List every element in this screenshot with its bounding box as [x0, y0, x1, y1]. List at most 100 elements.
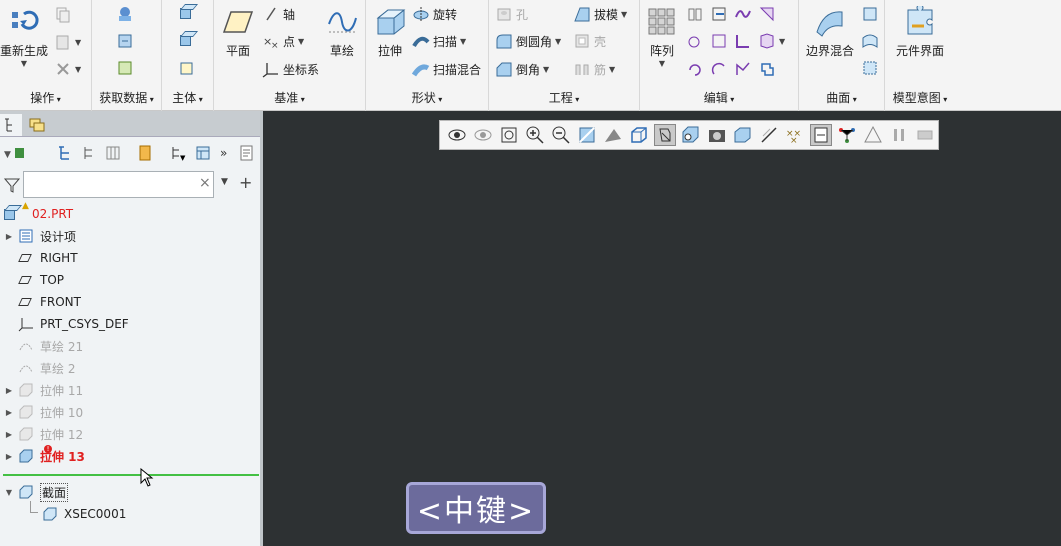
tab-layers[interactable]: [26, 114, 48, 136]
collapse-icon[interactable]: ▼: [4, 488, 14, 497]
regenerate-button[interactable]: 重新生成 ▼: [0, 6, 48, 68]
mirror-button[interactable]: [686, 5, 704, 23]
expand-icon[interactable]: ▶: [4, 386, 14, 395]
wrap-button[interactable]: [710, 60, 728, 78]
warning-display-icon[interactable]: [862, 124, 884, 146]
boundary-blend-button[interactable]: 边界混合: [803, 6, 857, 59]
datum-points-display-icon[interactable]: ×× ×: [784, 124, 806, 146]
tree-settings-icon[interactable]: [194, 144, 212, 162]
columns-icon[interactable]: [104, 144, 122, 162]
expand-icon[interactable]: ▶: [4, 430, 14, 439]
body-button-2[interactable]: [178, 32, 196, 50]
revolve-button[interactable]: 旋转: [412, 5, 457, 23]
search-options-icon[interactable]: ▼: [221, 177, 228, 187]
tree-node-xsec0001[interactable]: XSEC0001: [38, 503, 126, 525]
rib-button[interactable]: 筋 ▼: [573, 60, 615, 78]
intersect-button[interactable]: [710, 32, 728, 50]
add-filter-icon[interactable]: +: [239, 173, 252, 192]
saved-orientations-icon[interactable]: [628, 124, 650, 146]
user-feature-button[interactable]: [116, 5, 134, 23]
merge-button[interactable]: [734, 5, 752, 23]
delete-button[interactable]: ▼: [54, 60, 81, 78]
style-button[interactable]: [861, 32, 879, 50]
hide-icon[interactable]: [472, 124, 494, 146]
tree-node-extrude-11[interactable]: ▶ 拉伸 11: [4, 379, 83, 401]
pause-icon[interactable]: [888, 124, 910, 146]
tree-node-sketch-21[interactable]: 草绘 21: [14, 335, 83, 357]
sweep-blend-button[interactable]: 扫描混合: [411, 60, 481, 78]
show-dropdown-icon[interactable]: ▼: [4, 144, 24, 162]
bookmark-icon[interactable]: [136, 144, 154, 162]
draft-button[interactable]: 拔模 ▼: [573, 5, 627, 23]
paste-button[interactable]: ▼: [54, 33, 81, 51]
expand-all-icon[interactable]: [80, 144, 98, 162]
pattern-button[interactable]: 阵列 ▼: [646, 6, 678, 68]
tree-node-top[interactable]: TOP: [14, 269, 64, 291]
spin-center-icon[interactable]: [654, 124, 676, 146]
freestyle-button[interactable]: [861, 59, 879, 77]
view-manager-icon[interactable]: [680, 124, 702, 146]
annotation-display-icon[interactable]: [810, 124, 832, 146]
body-button-3[interactable]: [178, 59, 196, 77]
offset-button[interactable]: [686, 32, 704, 50]
tree-node-front[interactable]: FRONT: [14, 291, 81, 313]
shell-button[interactable]: 壳: [573, 32, 606, 50]
remove-button[interactable]: [758, 60, 776, 78]
refit-icon[interactable]: [498, 124, 520, 146]
point-button[interactable]: × × 点 ▼: [262, 32, 304, 52]
notes-icon[interactable]: [238, 144, 256, 162]
graphics-window[interactable]: [266, 111, 1061, 546]
more-icon[interactable]: »: [218, 144, 236, 162]
perspective-icon[interactable]: [602, 124, 624, 146]
sweep-button[interactable]: 扫描 ▼: [412, 32, 466, 50]
extrude-button[interactable]: 拉伸: [372, 6, 408, 59]
tree-node-extrude-10[interactable]: ▶ 拉伸 10: [4, 401, 83, 423]
spin-axis-icon[interactable]: [836, 124, 858, 146]
tab-model-tree[interactable]: [0, 114, 22, 136]
plane-button[interactable]: 平面: [220, 6, 256, 59]
tree-filter-dropdown-icon[interactable]: ▼: [170, 144, 188, 162]
copy-geometry-button[interactable]: [116, 32, 134, 50]
tree-node-right[interactable]: RIGHT: [14, 247, 78, 269]
tree-node-extrude-13[interactable]: ▶ ! 拉伸 13: [4, 445, 85, 467]
component-interface-button[interactable]: 元件界面: [889, 4, 951, 59]
project-button[interactable]: [686, 60, 704, 78]
shrinkwrap-button[interactable]: [116, 59, 134, 77]
show-icon[interactable]: [446, 124, 468, 146]
display-style-icon[interactable]: [706, 124, 728, 146]
playback-icon[interactable]: [914, 124, 936, 146]
tree-node-csys[interactable]: PRT_CSYS_DEF: [14, 313, 129, 335]
round-button[interactable]: 倒圆角 ▼: [495, 32, 561, 50]
edit-curve-button[interactable]: [734, 60, 752, 78]
zoom-out-icon[interactable]: [550, 124, 572, 146]
zoom-in-icon[interactable]: [524, 124, 546, 146]
csys-button[interactable]: 坐标系: [262, 60, 319, 78]
tree-icon: [5, 118, 12, 132]
tree-node-design-items[interactable]: ▶ 设计项: [4, 225, 76, 247]
extend-button[interactable]: [710, 5, 728, 23]
body-button-1[interactable]: [178, 5, 196, 23]
tree-filters-icon[interactable]: [56, 144, 74, 162]
tree-node-root[interactable]: ▲ 02.PRT: [0, 201, 73, 225]
insert-here-line[interactable]: [3, 474, 259, 476]
sketch-button[interactable]: 草绘: [324, 6, 360, 59]
tree-node-extrude-12[interactable]: ▶ 拉伸 12: [4, 423, 83, 445]
fill-button[interactable]: [861, 5, 879, 23]
tree-node-sections[interactable]: ▼ 截面: [4, 481, 69, 503]
clear-search-icon[interactable]: ×: [199, 175, 211, 191]
thicken-button[interactable]: [734, 32, 752, 50]
copy-button[interactable]: [54, 6, 72, 24]
solidify-button[interactable]: ▼: [758, 32, 785, 50]
datum-planes-display-icon[interactable]: [758, 124, 780, 146]
tree-search-input[interactable]: [23, 171, 214, 198]
expand-icon[interactable]: ▶: [4, 232, 14, 241]
axis-button[interactable]: 轴: [262, 5, 295, 23]
expand-icon[interactable]: ▶: [4, 452, 14, 461]
expand-icon[interactable]: ▶: [4, 408, 14, 417]
hole-button[interactable]: 孔: [495, 5, 528, 23]
shading-icon[interactable]: [732, 124, 754, 146]
repaint-icon[interactable]: [576, 124, 598, 146]
chamfer-button[interactable]: 倒角 ▼: [495, 60, 549, 78]
tree-node-sketch-2[interactable]: 草绘 2: [14, 357, 75, 379]
trim-button[interactable]: [758, 5, 776, 23]
